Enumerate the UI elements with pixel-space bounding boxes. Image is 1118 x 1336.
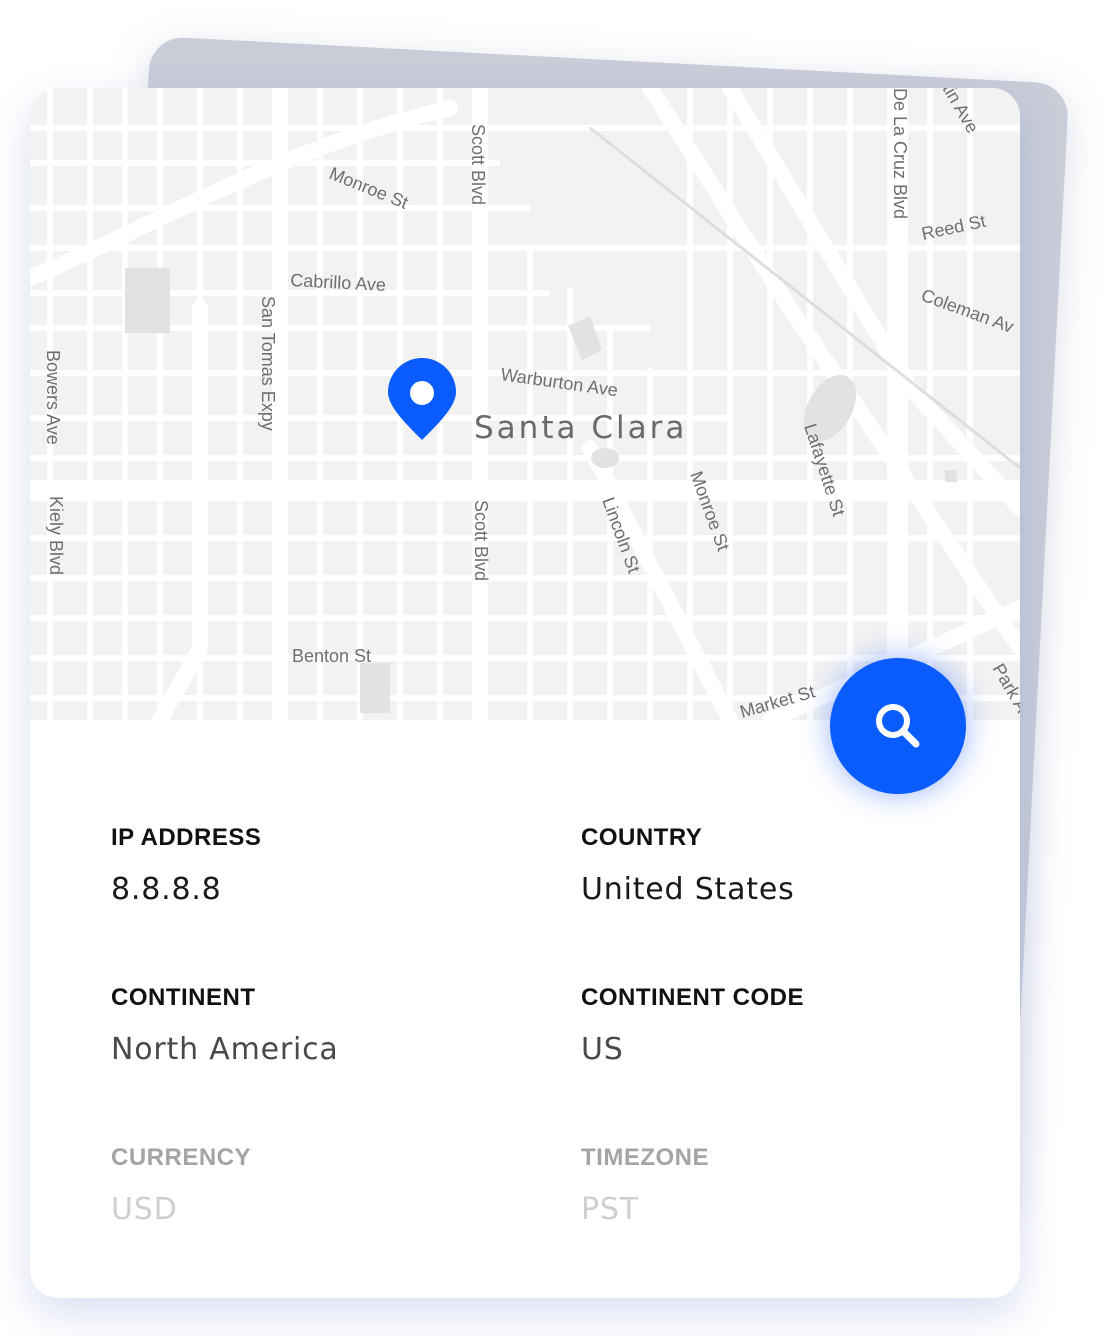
timezone-label: TIMEZONE <box>581 1144 709 1171</box>
currency-field: CURRENCY USD <box>111 1144 491 1227</box>
road-label-scott-top: Scott Blvd <box>468 124 488 205</box>
ip-address-value: 8.8.8.8 <box>111 872 222 907</box>
timezone-field: TIMEZONE PST <box>581 1144 961 1227</box>
road-label-scott-bottom: Scott Blvd <box>471 500 491 581</box>
search-icon <box>876 704 920 748</box>
road-label-benton: Benton St <box>292 646 371 666</box>
road-label-bowers: Bowers Ave <box>43 350 63 445</box>
currency-label: CURRENCY <box>111 1144 252 1171</box>
continent-value: North America <box>111 1032 339 1067</box>
continent-code-value: US <box>581 1032 624 1067</box>
road-label-kiely: Kiely Blvd <box>46 496 66 575</box>
timezone-value: PST <box>581 1192 639 1227</box>
continent-label: CONTINENT <box>111 984 256 1011</box>
continent-field: CONTINENT North America <box>111 984 491 1067</box>
country-label: COUNTRY <box>581 824 703 851</box>
continent-code-field: CONTINENT CODE US <box>581 984 961 1067</box>
map-city-label: Santa Clara <box>474 410 687 446</box>
ip-lookup-card: Monroe St Scott Blvd De La Cruz Blvd tin… <box>30 88 1020 1298</box>
country-field: COUNTRY United States <box>581 824 961 907</box>
ip-address-field: IP ADDRESS 8.8.8.8 <box>111 824 491 907</box>
road-label-dela-cruz: De La Cruz Blvd <box>890 88 910 219</box>
continent-code-label: CONTINENT CODE <box>581 984 804 1011</box>
map-canvas: Monroe St Scott Blvd De La Cruz Blvd tin… <box>30 88 1020 720</box>
search-button[interactable] <box>830 658 966 794</box>
currency-value: USD <box>111 1192 178 1227</box>
map-view[interactable]: Monroe St Scott Blvd De La Cruz Blvd tin… <box>30 88 1020 720</box>
ip-address-label: IP ADDRESS <box>111 824 262 851</box>
road-label-san-tomas: San Tomas Expy <box>258 296 278 431</box>
country-value: United States <box>581 872 795 907</box>
